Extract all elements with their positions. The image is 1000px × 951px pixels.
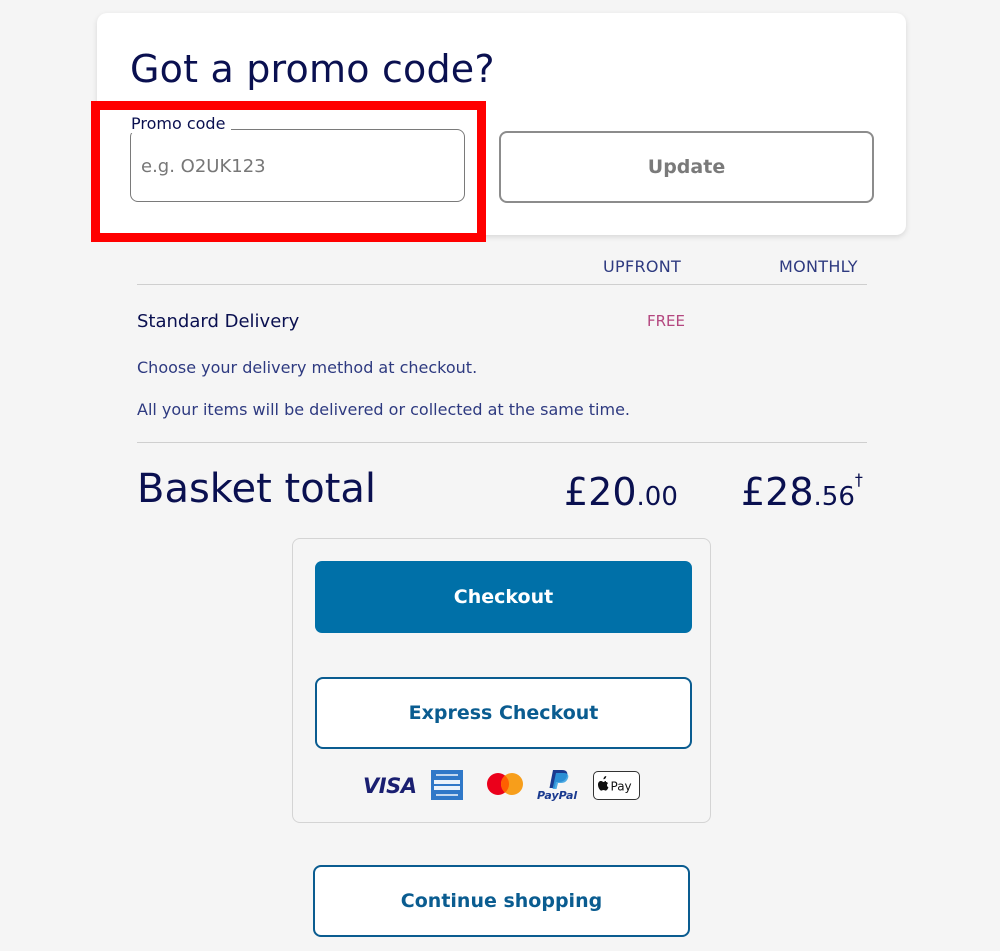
amex-icon [431,770,463,800]
monthly-price-major: £28 [741,470,814,514]
promo-code-field[interactable]: Promo code [129,114,465,202]
visa-icon: VISA [363,774,417,798]
express-checkout-button[interactable]: Express Checkout [315,677,692,749]
basket-total-label: Basket total [137,466,377,512]
delivery-label: Standard Delivery [137,311,300,332]
mastercard-icon [486,772,524,796]
promo-code-label: Promo code [129,114,232,133]
upfront-price-major: £20 [564,470,637,514]
paypal-icon: PayPal [535,768,585,802]
checkout-button[interactable]: Checkout [315,561,692,633]
paypal-text: PayPal [537,789,577,802]
checkout-panel: Checkout Express Checkout VISA PayPal Pa… [292,538,711,823]
continue-shopping-button[interactable]: Continue shopping [313,865,690,937]
promo-card: Got a promo code? Promo code Update [91,13,906,242]
apple-pay-text: Pay [611,780,632,794]
apple-pay-icon: Pay [593,771,640,800]
promo-title: Got a promo code? [130,47,495,91]
monthly-column-header: MONTHLY [779,257,858,276]
monthly-price-minor: .56 [813,482,855,512]
upfront-price-minor: .00 [636,482,678,512]
delivery-info-1: Choose your delivery method at checkout. [137,358,478,377]
upfront-total-price: £20.00 [564,470,678,514]
summary-divider-top [137,284,867,285]
delivery-info-2: All your items will be delivered or coll… [137,400,630,419]
monthly-price-footnote-mark: † [854,470,863,489]
promo-code-input[interactable] [141,152,451,180]
summary-divider-bottom [137,442,867,443]
delivery-upfront-price: FREE [647,312,686,330]
monthly-total-price: £28.56† [741,470,863,514]
upfront-column-header: UPFRONT [603,257,682,276]
update-button[interactable]: Update [499,131,874,203]
